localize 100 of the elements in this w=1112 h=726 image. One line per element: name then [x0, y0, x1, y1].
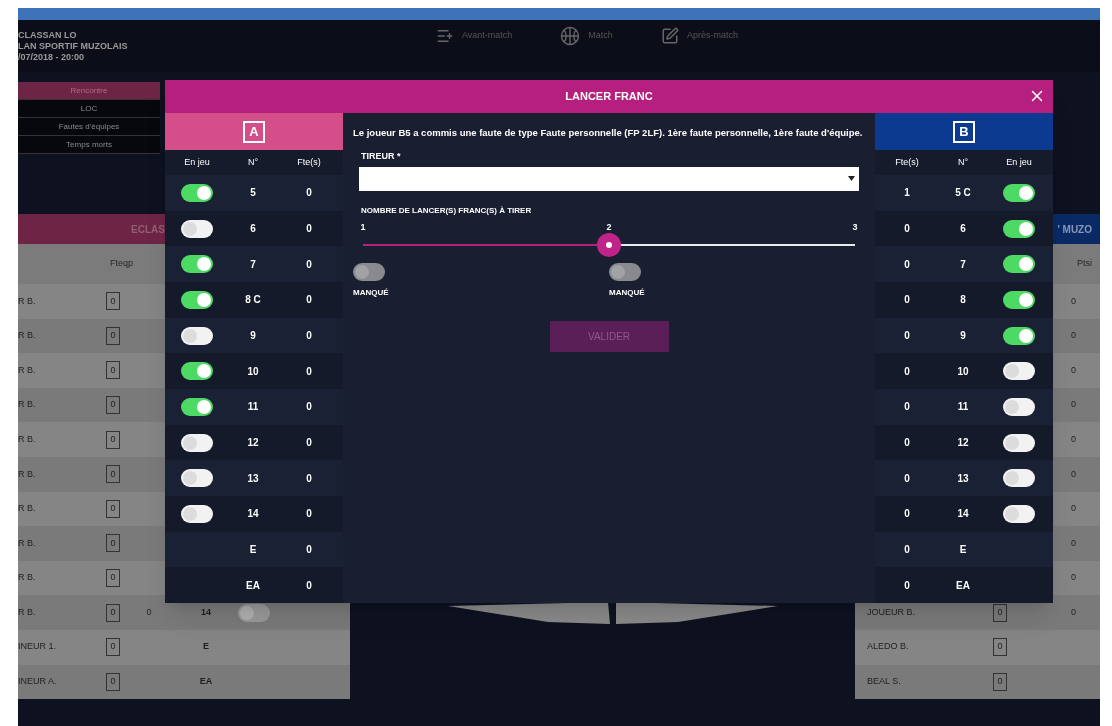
team-name: ' MUZO	[1057, 222, 1092, 237]
player-number: 9	[960, 329, 966, 343]
player-number: 8	[960, 293, 966, 308]
team-letter: B	[953, 120, 975, 143]
player-number: 5	[250, 186, 256, 201]
list-icon	[436, 27, 454, 45]
foul-count: 0	[306, 507, 312, 522]
points-value: 0	[1071, 536, 1076, 550]
tick-label: 1	[360, 220, 366, 234]
toggle-switch[interactable]	[1003, 397, 1035, 416]
player-name: R B.	[18, 502, 37, 516]
toggle-switch[interactable]	[181, 326, 213, 345]
toggle-switch[interactable]	[1003, 219, 1035, 238]
foul-count: 0	[306, 257, 312, 272]
nav-tab[interactable]: Match	[588, 29, 613, 43]
foul-count: 0	[904, 471, 910, 486]
column-header: Ptsi	[1077, 257, 1092, 271]
toggle-switch[interactable]	[353, 262, 385, 281]
foul-count: 0	[904, 222, 910, 236]
shooter-select[interactable]	[359, 166, 859, 191]
player-number: E	[203, 640, 209, 654]
player-number: 13	[247, 471, 259, 486]
foul-box: 0	[106, 396, 120, 415]
info-label: Rencontre	[70, 84, 108, 97]
column-header: Fte(s)	[297, 155, 321, 169]
points-value: 0	[1071, 502, 1076, 516]
player-number: EA	[199, 675, 213, 689]
info-label: LOC	[80, 102, 98, 115]
toggle-switch[interactable]	[181, 433, 213, 452]
team-letter: A	[243, 120, 265, 143]
toggle-switch[interactable]	[1003, 433, 1035, 452]
match-info-text: CLASSAN LO	[18, 29, 78, 41]
player-number: 14	[957, 507, 969, 522]
player-number: 11	[247, 400, 259, 415]
toggle-switch[interactable]	[181, 504, 213, 523]
toggle-switch[interactable]	[1003, 255, 1035, 274]
toggle-switch[interactable]	[238, 603, 270, 622]
toggle-switch[interactable]	[1003, 290, 1035, 309]
foul-count: 0	[306, 329, 312, 343]
match-info-text: /07/2018 - 20:00	[18, 51, 86, 63]
column-header: Fteqp	[110, 257, 133, 271]
toggle-switch[interactable]	[181, 362, 213, 381]
foul-count: 0	[306, 293, 312, 308]
player-number: 14	[201, 605, 211, 619]
player-number: 9	[250, 329, 256, 343]
player-name: R B.	[18, 398, 37, 412]
slider-thumb[interactable]	[597, 232, 621, 257]
foul-count: 0	[904, 578, 910, 593]
toggle-switch[interactable]	[1003, 183, 1035, 202]
nav-tab[interactable]: Avant-match	[462, 29, 513, 43]
column-header: N°	[957, 155, 969, 169]
foul-box: 0	[106, 638, 120, 657]
foul-count: 0	[146, 605, 152, 619]
foul-count: 0	[904, 364, 910, 379]
ball-icon	[560, 26, 581, 46]
toggle-switch[interactable]	[609, 262, 641, 281]
foul-box: 0	[106, 430, 120, 449]
player-name: ALEDO B.	[867, 640, 910, 654]
column-header: Fte(s)	[895, 155, 919, 169]
points-value: 0	[1071, 294, 1076, 308]
toggle-switch[interactable]	[181, 219, 213, 238]
player-name: R B.	[18, 467, 37, 481]
foul-count: 0	[306, 471, 312, 486]
toggle-switch[interactable]	[181, 469, 213, 488]
toggle-label: MANQUÉ	[353, 286, 389, 299]
foul-box: 0	[106, 292, 120, 311]
points-value: 0	[1071, 605, 1076, 619]
foul-box: 0	[993, 638, 1007, 657]
player-number: 10	[247, 364, 259, 379]
player-name: R B.	[18, 432, 37, 446]
player-name: R B.	[18, 294, 37, 308]
foul-box: 0	[106, 361, 120, 380]
player-name: R B.	[18, 571, 37, 585]
player-number: 10	[957, 364, 969, 379]
toggle-switch[interactable]	[181, 290, 213, 309]
player-number: 7	[960, 257, 966, 272]
player-name: R B.	[18, 363, 37, 377]
foul-box: 0	[993, 603, 1007, 622]
column-header: En jeu	[184, 155, 210, 169]
player-number: 5 C	[955, 186, 971, 201]
foul-count: 0	[904, 507, 910, 522]
toggle-switch[interactable]	[1003, 504, 1035, 523]
foul-box: 0	[993, 672, 1007, 691]
player-number: 6	[250, 222, 256, 236]
toggle-switch[interactable]	[1003, 362, 1035, 381]
player-number: EA	[956, 578, 970, 593]
toggle-switch[interactable]	[181, 397, 213, 416]
dialog-title: LANCER FRANC	[565, 89, 653, 105]
nav-tab[interactable]: Après-match	[686, 29, 738, 43]
foul-count: 0	[306, 400, 312, 415]
foul-count: 0	[904, 400, 910, 415]
foul-message: Le joueur B5 a commis une faute de type Faute personnelle (FP 2LF). 1ère faute personnelle, 1ère faute d'équipe.	[353, 126, 864, 140]
toggle-switch[interactable]	[1003, 326, 1035, 345]
foul-count: 1	[904, 186, 910, 201]
player-number: 13	[957, 471, 969, 486]
foul-box: 0	[106, 534, 120, 553]
tick-label: 3	[852, 220, 858, 234]
toggle-switch[interactable]	[181, 255, 213, 274]
toggle-switch[interactable]	[1003, 469, 1035, 488]
toggle-switch[interactable]	[181, 183, 213, 202]
